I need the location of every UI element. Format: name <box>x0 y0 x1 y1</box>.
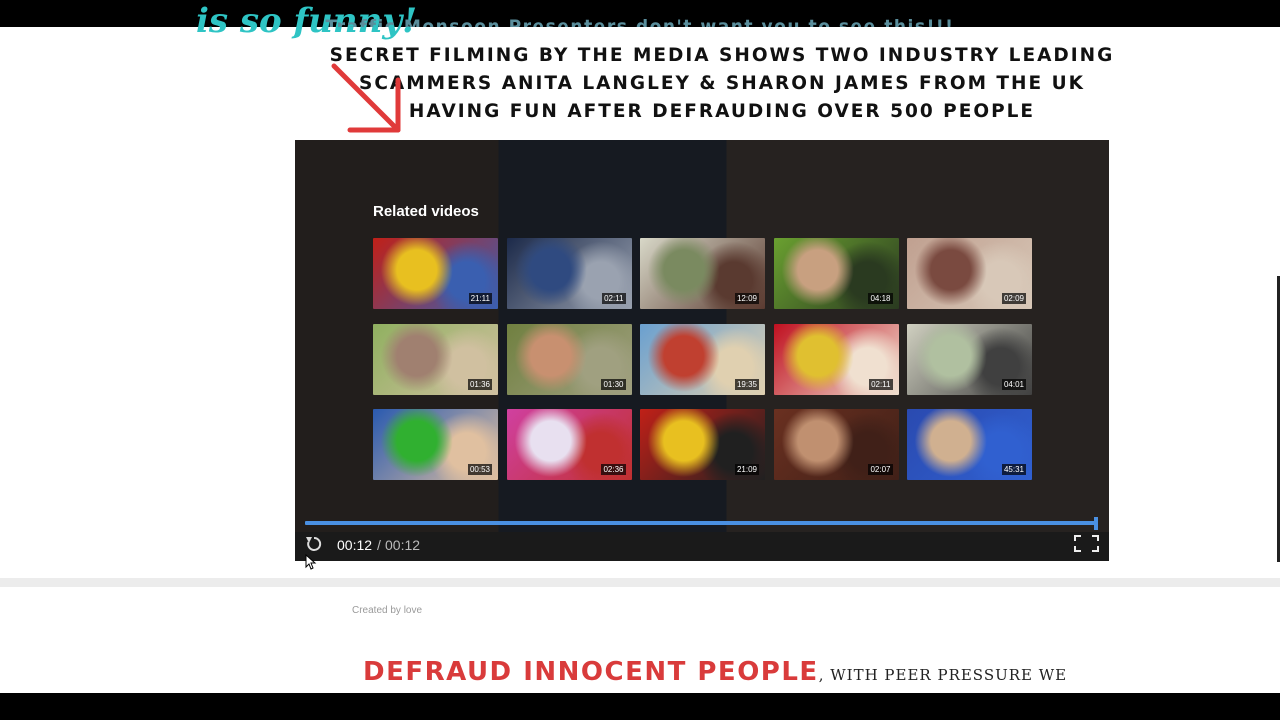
related-video-thumb[interactable]: 21:11 <box>373 238 498 309</box>
progress-bar[interactable] <box>305 521 1097 525</box>
section-divider <box>0 578 1280 587</box>
related-video-thumb[interactable]: 04:01 <box>907 323 1032 395</box>
video-duration: 02:11 <box>869 378 893 390</box>
headline-line-2: SCAMMERS ANITA LANGLEY & SHARON JAMES FR… <box>359 73 1085 94</box>
video-duration: 45:31 <box>1001 464 1026 475</box>
related-videos-title: Related videos <box>373 203 479 220</box>
teal-subheading: Traffic Monsoon Presenters don't want yo… <box>325 16 955 27</box>
bottom-headline-red: DEFRAUD INNOCENT PEOPLE <box>363 657 819 687</box>
video-duration: 04:18 <box>868 293 893 304</box>
related-video-thumb[interactable]: 02:36 <box>506 409 632 480</box>
video-duration: 01:36 <box>467 378 492 390</box>
related-video-thumb[interactable]: 02:07 <box>773 409 899 480</box>
video-duration: 00:53 <box>467 464 492 475</box>
credit-text: Created by love <box>352 605 423 616</box>
related-video-thumb[interactable]: 02:09 <box>907 238 1032 309</box>
video-duration: 02:07 <box>868 464 893 475</box>
related-video-thumb[interactable]: 01:36 <box>373 323 498 395</box>
related-video-thumb[interactable]: 19:35 <box>640 323 765 395</box>
video-duration: 04:01 <box>1001 378 1026 390</box>
time-total: 00:12 <box>385 537 421 553</box>
video-duration: 12:09 <box>734 293 759 304</box>
video-duration: 01:30 <box>601 378 626 390</box>
time-current: 00:12 <box>337 537 373 553</box>
headline: SECRET FILMING BY THE MEDIA SHOWS TWO IN… <box>0 42 1280 126</box>
video-duration: 19:35 <box>734 378 759 390</box>
video-duration: 02:11 <box>602 293 626 304</box>
headline-line-3: HAVING FUN AFTER DEFRAUDING OVER 500 PEO… <box>408 101 1036 122</box>
related-video-thumb[interactable]: 21:09 <box>640 409 765 480</box>
related-video-thumb[interactable]: 00:53 <box>373 409 498 480</box>
video-duration: 21:11 <box>468 293 492 304</box>
letterbox-bottom <box>0 693 1280 720</box>
mouse-cursor-icon <box>305 554 317 570</box>
related-video-thumb[interactable]: 02:11 <box>506 238 632 309</box>
related-video-thumb[interactable]: 01:30 <box>506 323 632 395</box>
progress-handle[interactable] <box>1094 517 1098 530</box>
fullscreen-icon[interactable] <box>1074 535 1099 552</box>
headline-line-1: SECRET FILMING BY THE MEDIA SHOWS TWO IN… <box>329 45 1115 66</box>
related-videos-grid: 21:11 02:11 12:09 04:18 02:09 01:36 01:30 19:35… <box>373 238 1033 480</box>
related-video-thumb[interactable]: 04:18 <box>773 238 899 309</box>
related-video-thumb[interactable]: 12:09 <box>640 238 765 309</box>
red-arrow-icon <box>331 63 401 133</box>
video-duration: 21:09 <box>734 464 759 475</box>
bottom-headline: DEFRAUD INNOCENT PEOPLE, WITH PEER PRESS… <box>363 657 1067 687</box>
video-duration: 02:09 <box>1001 293 1026 304</box>
related-video-thumb[interactable]: 45:31 <box>907 409 1032 480</box>
related-video-thumb[interactable]: 02:11 <box>773 323 899 395</box>
video-player[interactable]: Related videos 21:11 02:11 12:09 04:18 02:09… <box>295 140 1109 561</box>
video-duration: 02:36 <box>601 464 626 475</box>
time-separator: / <box>377 537 381 553</box>
bottom-headline-rest: , WITH PEER PRESSURE WE <box>818 666 1068 684</box>
replay-icon[interactable] <box>304 534 324 554</box>
